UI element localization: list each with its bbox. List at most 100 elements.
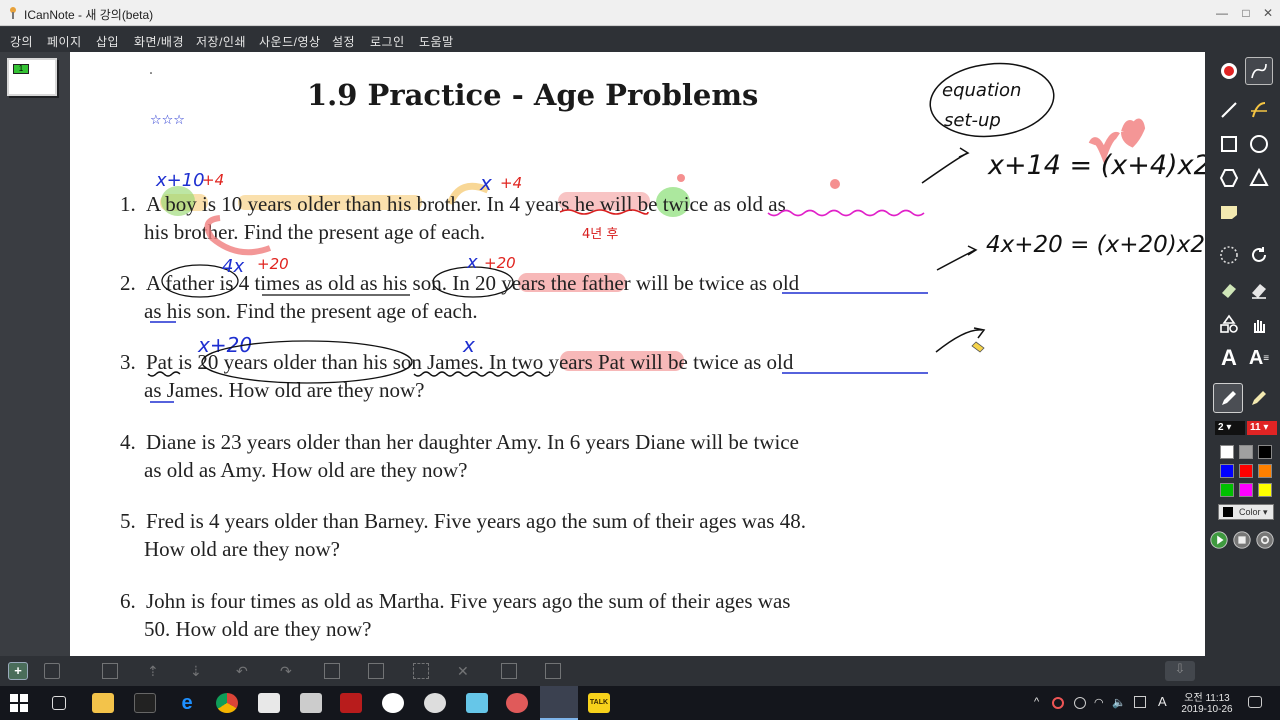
notes-app-icon[interactable] bbox=[466, 693, 488, 713]
boy-add-annotation: +4 bbox=[202, 171, 224, 189]
tool-panel: A A ≡ 2 ▾ 11 ▾ Color ▾ bbox=[1205, 52, 1280, 656]
move-down-icon[interactable]: ⇣ bbox=[190, 663, 206, 679]
windows-start-icon[interactable] bbox=[10, 694, 28, 712]
stop-icon[interactable] bbox=[1232, 530, 1252, 550]
bulb-app-icon[interactable] bbox=[424, 693, 446, 713]
task-view-icon[interactable] bbox=[52, 696, 66, 710]
move-up-icon[interactable]: ⇡ bbox=[147, 663, 163, 679]
page-title: 1.9 Practice - Age Problems bbox=[307, 78, 759, 112]
eraser-icon[interactable] bbox=[1215, 276, 1243, 304]
problem-text-line1: Fred is 4 years older than Barney. Five … bbox=[146, 509, 806, 533]
tray-chevron-icon[interactable]: ^ bbox=[1034, 696, 1039, 708]
problem-text-line2: 50. How old are they now? bbox=[144, 617, 372, 641]
swatch-black[interactable] bbox=[1258, 445, 1272, 459]
wifi-icon[interactable]: ◠ bbox=[1094, 696, 1104, 709]
paint-icon[interactable] bbox=[258, 693, 280, 713]
keyboard-icon[interactable] bbox=[1134, 696, 1146, 708]
hexagon-icon[interactable] bbox=[1215, 164, 1243, 192]
triangle-icon[interactable] bbox=[1245, 164, 1273, 192]
delete-icon[interactable]: ✕ bbox=[457, 663, 473, 679]
paste-icon[interactable] bbox=[368, 663, 384, 679]
canvas-page[interactable]: 1.9 Practice - Age Problems 1. A boy is 1… bbox=[70, 52, 1205, 656]
circle-icon[interactable] bbox=[1245, 130, 1273, 158]
freehand-pen-icon[interactable] bbox=[1245, 57, 1273, 85]
recorder-app-icon[interactable] bbox=[340, 693, 362, 713]
edge-browser-icon[interactable]: e bbox=[176, 693, 198, 713]
text-format-icon[interactable]: A ≡ bbox=[1245, 344, 1273, 372]
problem-text-line2: as his son. Find the present age of each… bbox=[144, 299, 478, 323]
menu-page[interactable]: 페이지 bbox=[47, 33, 82, 50]
problem-number: 3. bbox=[120, 350, 136, 374]
redo-icon[interactable]: ↷ bbox=[280, 663, 296, 679]
record-icon[interactable] bbox=[1215, 57, 1243, 85]
swatch-gray[interactable] bbox=[1239, 445, 1253, 459]
swatch-white[interactable] bbox=[1220, 445, 1234, 459]
stars-annotation: ☆☆☆ bbox=[150, 113, 185, 128]
equation-2: 4x+20 = (x+20)x2 bbox=[986, 232, 1205, 258]
menu-login[interactable]: 로그인 bbox=[370, 33, 405, 50]
scroll-down-icon[interactable]: ⇩ bbox=[1165, 661, 1195, 681]
undo-icon[interactable]: ↶ bbox=[236, 663, 252, 679]
problem-text-line1: John is four times as old as Martha. Fiv… bbox=[146, 589, 791, 613]
chrome-browser-icon[interactable] bbox=[216, 693, 238, 713]
maximize-button[interactable]: □ bbox=[1236, 4, 1256, 22]
menu-insert[interactable]: 삽입 bbox=[96, 33, 119, 50]
swatch-green[interactable] bbox=[1220, 483, 1234, 497]
tray-app-icon[interactable] bbox=[1074, 697, 1086, 709]
curve-tool-icon[interactable] bbox=[1245, 96, 1273, 124]
bubble-line2: set-up bbox=[944, 110, 1001, 131]
ungroup-icon[interactable] bbox=[545, 663, 561, 679]
volume-icon[interactable]: 🔈 bbox=[1112, 696, 1126, 709]
swatch-magenta[interactable] bbox=[1239, 483, 1253, 497]
swatch-red[interactable] bbox=[1239, 464, 1253, 478]
line-icon[interactable] bbox=[1215, 96, 1243, 124]
pen-icon[interactable] bbox=[1215, 384, 1243, 412]
swatch-orange[interactable] bbox=[1258, 464, 1272, 478]
font-size-select[interactable]: 11 ▾ bbox=[1247, 421, 1277, 435]
shapes-icon[interactable] bbox=[1215, 310, 1243, 338]
minimize-button[interactable]: — bbox=[1212, 4, 1232, 22]
rectangle-icon[interactable] bbox=[1215, 130, 1243, 158]
swatch-yellow[interactable] bbox=[1258, 483, 1272, 497]
terminal-icon[interactable] bbox=[134, 693, 156, 713]
shop-app-icon[interactable] bbox=[506, 693, 528, 713]
select-all-icon[interactable] bbox=[413, 663, 429, 679]
ime-language-indicator[interactable]: A bbox=[1158, 694, 1167, 709]
menu-settings[interactable]: 설정 bbox=[332, 33, 355, 50]
text-tool-icon[interactable]: A bbox=[1215, 344, 1243, 372]
notification-icon[interactable] bbox=[1248, 696, 1262, 708]
lasso-select-icon[interactable] bbox=[1215, 241, 1243, 269]
refresh-icon[interactable] bbox=[1245, 241, 1273, 269]
menu-sound-video[interactable]: 사운드/영상 bbox=[259, 33, 321, 50]
copy-icon[interactable] bbox=[324, 663, 340, 679]
kakaotalk-icon[interactable]: TALK bbox=[588, 693, 610, 713]
menu-lecture[interactable]: 강의 bbox=[10, 33, 33, 50]
clear-eraser-icon[interactable] bbox=[1245, 276, 1273, 304]
icannote-taskbar-icon[interactable] bbox=[540, 686, 578, 720]
title-bar: ICanNote - 새 강의(beta) — □ ✕ bbox=[0, 0, 1280, 26]
media-app-icon[interactable] bbox=[382, 693, 404, 713]
add-page-button[interactable]: + bbox=[8, 662, 28, 680]
hand-pan-icon[interactable] bbox=[1245, 310, 1273, 338]
file-explorer-icon[interactable] bbox=[92, 693, 114, 713]
thickness-select[interactable]: 2 ▾ bbox=[1215, 421, 1245, 435]
problem-5: 5. Fred is 4 years older than Barney. Fiv… bbox=[120, 507, 940, 563]
sticky-note-icon[interactable] bbox=[1215, 198, 1243, 226]
page-thumbnail[interactable]: 1 bbox=[7, 58, 57, 96]
calculator-icon[interactable] bbox=[300, 693, 322, 713]
color-picker-button[interactable]: Color ▾ bbox=[1218, 504, 1274, 520]
menu-save-print[interactable]: 저장/인쇄 bbox=[196, 33, 246, 50]
tray-record-icon[interactable] bbox=[1052, 697, 1064, 709]
settings-icon[interactable] bbox=[1255, 530, 1275, 550]
problem-2: 2. A father is 4 times as old as his son.… bbox=[120, 269, 940, 325]
bubble-line1: equation bbox=[942, 80, 1021, 101]
screen-capture-icon[interactable] bbox=[102, 663, 118, 679]
highlighter-icon[interactable] bbox=[1245, 384, 1273, 412]
swatch-blue[interactable] bbox=[1220, 464, 1234, 478]
close-button[interactable]: ✕ bbox=[1258, 4, 1278, 22]
menu-help[interactable]: 도움말 bbox=[419, 33, 454, 50]
play-icon[interactable] bbox=[1209, 530, 1229, 550]
menu-screen-background[interactable]: 화면/배경 bbox=[134, 33, 184, 50]
trash-icon[interactable] bbox=[44, 663, 60, 679]
group-icon[interactable] bbox=[501, 663, 517, 679]
